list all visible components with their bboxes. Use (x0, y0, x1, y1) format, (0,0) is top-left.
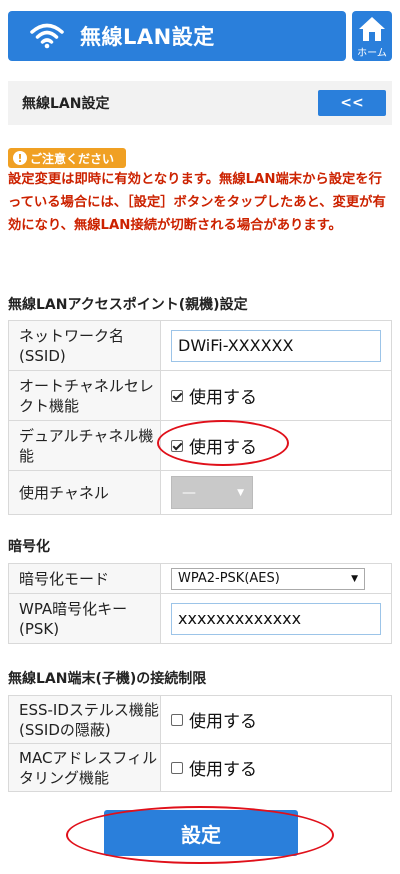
autochannel-row: オートチャネルセレクト機能 使用する (8, 370, 392, 421)
mac-filter-checkbox-label: 使用する (189, 760, 257, 780)
submit-button[interactable]: 設定 (104, 810, 298, 856)
psk-input[interactable]: xxxxxxxxxxxxx (171, 602, 381, 635)
section-bar-title: 無線LAN設定 (22, 96, 110, 112)
ssid-input[interactable]: DWiFi-XXXXXX (171, 329, 381, 362)
home-icon (359, 17, 385, 41)
notice-badge: ! ご注意ください (8, 148, 126, 168)
restriction-section-title: 無線LAN端末(子機)の接続制限 (8, 671, 207, 687)
psk-row: WPA暗号化キー(PSK) xxxxxxxxxxxxx (8, 593, 392, 644)
chevron-down-icon: ▼ (351, 573, 358, 584)
ap-settings-table: ネットワーク名(SSID) DWiFi-XXXXXX オートチャネルセレクト機能… (8, 320, 392, 515)
encryption-mode-label: 暗号化モード (8, 563, 161, 594)
dualchannel-row: デュアルチャネル機能 使用する (8, 420, 392, 471)
page-title: 無線LAN設定 (80, 25, 215, 49)
autochannel-checkbox[interactable]: 使用する (171, 383, 391, 408)
home-button[interactable]: ホーム (352, 11, 392, 61)
checkbox-unchecked-icon[interactable] (171, 761, 183, 774)
autochannel-label: オートチャネルセレクト機能 (8, 370, 161, 421)
dualchannel-label: デュアルチャネル機能 (8, 420, 161, 471)
channel-row: 使用チャネル — ▼ (8, 470, 392, 515)
mac-filter-label: MACアドレスフィルタリング機能 (8, 743, 161, 792)
home-label: ホーム (357, 48, 387, 59)
wifi-icon (30, 23, 64, 49)
stealth-checkbox-label: 使用する (189, 712, 257, 732)
notice-text: 設定変更は即時に有効となります。無線LAN端末から設定を行っている場合には、［設… (8, 172, 386, 233)
stealth-label: ESS-IDステルス機能(SSIDの隠蔽) (8, 695, 161, 744)
stealth-row: ESS-IDステルス機能(SSIDの隠蔽) 使用する (8, 695, 392, 744)
checkbox-checked-icon[interactable] (171, 389, 183, 402)
channel-select-value: — (182, 484, 196, 501)
channel-select: — ▼ (171, 476, 253, 509)
section-bar: 無線LAN設定 << (8, 81, 392, 125)
mac-filter-row: MACアドレスフィルタリング機能 使用する (8, 743, 392, 792)
encryption-section-title: 暗号化 (8, 539, 50, 555)
dualchannel-checkbox-label: 使用する (189, 438, 257, 458)
page-header: 無線LAN設定 (8, 11, 346, 61)
autochannel-checkbox-label: 使用する (189, 388, 257, 408)
exclamation-icon: ! (13, 151, 27, 165)
checkbox-checked-icon[interactable] (171, 439, 183, 452)
psk-label: WPA暗号化キー(PSK) (8, 593, 161, 644)
ap-section-title: 無線LANアクセスポイント(親機)設定 (8, 297, 248, 313)
chevron-down-icon: ▼ (237, 487, 244, 498)
back-button[interactable]: << (318, 90, 386, 116)
mac-filter-checkbox[interactable]: 使用する (171, 755, 391, 780)
encryption-table: 暗号化モード WPA2-PSK(AES) ▼ WPA暗号化キー(PSK) xxx… (8, 563, 392, 644)
encryption-mode-row: 暗号化モード WPA2-PSK(AES) ▼ (8, 563, 392, 594)
ssid-label: ネットワーク名(SSID) (8, 320, 161, 371)
encryption-mode-select[interactable]: WPA2-PSK(AES) ▼ (171, 567, 365, 590)
checkbox-unchecked-icon[interactable] (171, 713, 183, 726)
restriction-table: ESS-IDステルス機能(SSIDの隠蔽) 使用する MACアドレスフィルタリン… (8, 695, 392, 792)
notice-badge-label: ご注意ください (30, 151, 115, 166)
ssid-row: ネットワーク名(SSID) DWiFi-XXXXXX (8, 320, 392, 371)
encryption-mode-value: WPA2-PSK(AES) (178, 571, 280, 586)
channel-label: 使用チャネル (8, 470, 161, 515)
stealth-checkbox[interactable]: 使用する (171, 707, 391, 732)
dualchannel-checkbox[interactable]: 使用する (171, 433, 391, 458)
